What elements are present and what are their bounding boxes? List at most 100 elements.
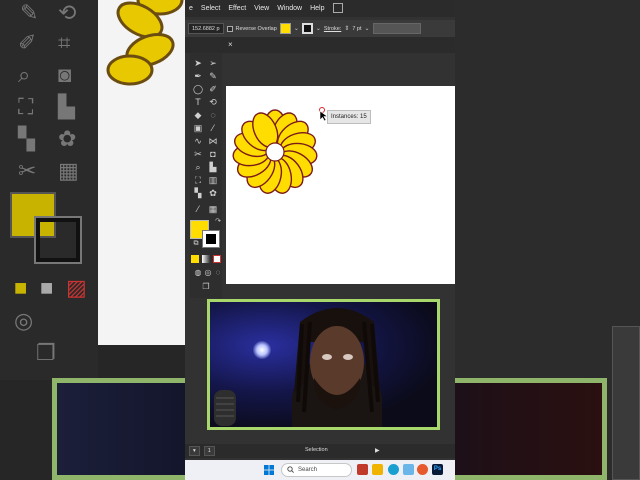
- paintbrush-tool-icon[interactable]: ✐: [207, 83, 219, 95]
- stroke-swatch[interactable]: [202, 230, 220, 248]
- bg-mesh-icon: ▚: [18, 126, 35, 151]
- rotate-tool-icon[interactable]: ⟲: [207, 96, 219, 108]
- bg-none-chip: ▨: [66, 275, 87, 300]
- stroke-label[interactable]: Stroke:: [324, 26, 341, 32]
- menu-item-help[interactable]: Help: [306, 5, 328, 12]
- microphone: [214, 390, 236, 426]
- app-icon[interactable]: [357, 464, 368, 475]
- artboard-navigator[interactable]: 1: [203, 446, 215, 456]
- shape-builder-tool-icon[interactable]: ◘: [207, 148, 219, 160]
- swap-colors-icon[interactable]: ↷: [212, 216, 224, 228]
- document-tab-bar: ×: [185, 37, 455, 53]
- bg-symbol-icon: ✿: [58, 126, 77, 151]
- illustrator-window: e Select Effect View Window Help 152.688…: [185, 0, 455, 480]
- close-icon[interactable]: ×: [228, 40, 233, 49]
- stroke-color-swatch[interactable]: [301, 23, 313, 34]
- stroke-weight-value[interactable]: 7 pt: [352, 26, 361, 32]
- type-tool-icon[interactable]: T: [192, 96, 204, 108]
- bg-color-chip: ■: [14, 275, 28, 300]
- instances-tooltip: Instances: 15: [327, 110, 371, 124]
- current-tool-label: Selection: [305, 447, 328, 453]
- bg-artboard-icon: ⛶: [18, 94, 34, 119]
- zoom-tool-icon[interactable]: ⌕: [192, 161, 204, 173]
- style-field[interactable]: [372, 23, 421, 34]
- light-bulb: [253, 341, 271, 359]
- curvature-tool-icon[interactable]: ✎: [207, 70, 219, 82]
- background-color-panel: [612, 326, 640, 480]
- edge-icon[interactable]: [388, 464, 399, 475]
- bg-zoom-icon: ⌕: [18, 62, 31, 87]
- app-icon[interactable]: [403, 464, 414, 475]
- screen-mode-icon[interactable]: ❐: [200, 281, 212, 293]
- search-icon: [287, 466, 294, 473]
- mesh-tool-icon[interactable]: ▚: [192, 187, 204, 199]
- webcam-overlay: [207, 299, 440, 430]
- symbol-tool-icon[interactable]: ✿: [207, 187, 219, 199]
- search-placeholder: Search: [298, 467, 318, 473]
- bg-shape-icon: ◙: [58, 62, 72, 87]
- width-tool-icon[interactable]: ⋈: [207, 135, 219, 147]
- app-icon[interactable]: [417, 464, 428, 475]
- status-bar: ▾ 1 Selection ▶: [185, 444, 455, 458]
- lasso-tool-icon[interactable]: ◌: [207, 109, 219, 121]
- bg-crop-icon: ⌗: [58, 30, 71, 55]
- repeat-radial-flower[interactable]: [227, 107, 323, 197]
- person-video: [292, 308, 382, 427]
- bg-gradient-chip: ■: [40, 275, 54, 300]
- color-mode-chip[interactable]: [191, 255, 199, 263]
- stepper-icon[interactable]: ⇕: [344, 25, 349, 32]
- menu-item-view[interactable]: View: [250, 5, 273, 12]
- bg-slice-icon: ✂: [18, 158, 37, 183]
- windows-taskbar: Search Ps: [185, 460, 455, 480]
- artboard-tool-icon[interactable]: ⛶: [192, 174, 204, 186]
- chart-tool-icon[interactable]: ▥: [207, 174, 219, 186]
- file-explorer-icon[interactable]: [372, 464, 383, 475]
- menu-bar: e Select Effect View Window Help: [185, 0, 455, 17]
- none-mode-chip[interactable]: [213, 255, 221, 263]
- menu-item-type[interactable]: e: [185, 5, 197, 12]
- reverse-overlap-label: Reverse Overlap: [235, 25, 277, 32]
- bg-grid-icon: ▦: [58, 158, 79, 183]
- menu-item-window[interactable]: Window: [273, 5, 306, 12]
- default-colors-icon[interactable]: ⧉: [190, 238, 202, 250]
- bg-draw-mode-icon: ◎: [14, 308, 34, 333]
- chevron-down-icon[interactable]: ⌄: [316, 25, 321, 32]
- windows-start-icon[interactable]: [264, 465, 274, 475]
- slice-tool-icon[interactable]: ⁄: [192, 203, 204, 215]
- chevron-down-icon[interactable]: ⌄: [294, 25, 299, 32]
- pen-tool-icon[interactable]: ✒: [192, 70, 204, 82]
- bg-stroke-swatch: [34, 216, 82, 264]
- fill-color-swatch[interactable]: [279, 23, 291, 34]
- bg-chart-icon: ▙: [58, 94, 75, 119]
- draw-inside-icon[interactable]: ◌: [212, 267, 224, 279]
- ellipse-tool-icon[interactable]: ◯: [192, 83, 204, 95]
- photoshop-icon[interactable]: Ps: [432, 464, 443, 475]
- direct-selection-tool-icon[interactable]: ➢: [207, 57, 219, 69]
- scissors-tool-icon[interactable]: ✂: [192, 148, 204, 160]
- artboard[interactable]: Instances: 15: [226, 86, 455, 284]
- bg-brush-icon: ✎: [20, 0, 39, 25]
- menu-item-select[interactable]: Select: [197, 5, 224, 12]
- background-flower: [106, 0, 184, 86]
- taskbar-search[interactable]: Search: [281, 463, 352, 477]
- gradient-tool-icon[interactable]: ▣: [192, 122, 204, 134]
- coordinate-field[interactable]: 152.6882 p: [188, 23, 224, 34]
- tools-panel: ➤ ➢ ✒ ✎ ◯ ✐ T ⟲ ◆ ◌ ▣ ⁄ ∿ ⋈ ✂ ◘ ⌕ ▙ ⛶ ▥ …: [190, 53, 222, 298]
- live-paint-tool-icon[interactable]: ▙: [207, 161, 219, 173]
- blend-tool-icon[interactable]: ∿: [192, 135, 204, 147]
- zoom-field[interactable]: ▾: [189, 446, 200, 456]
- grid-tool-icon[interactable]: ▦: [207, 203, 219, 215]
- bg-pencil-icon: ✐: [18, 30, 37, 55]
- eraser-tool-icon[interactable]: ◆: [192, 109, 204, 121]
- gradient-mode-chip[interactable]: [202, 255, 210, 263]
- selection-tool-icon[interactable]: ➤: [192, 57, 204, 69]
- control-bar: 152.6882 p Reverse Overlap ⌄ ⌄ Stroke: ⇕…: [185, 20, 455, 37]
- arrange-documents-icon[interactable]: [333, 3, 343, 13]
- bg-screen-mode-icon: ❐: [36, 340, 56, 365]
- menu-item-effect[interactable]: Effect: [224, 5, 250, 12]
- play-icon[interactable]: ▶: [375, 447, 380, 454]
- chevron-down-icon[interactable]: ⌄: [365, 25, 370, 32]
- reverse-overlap-checkbox[interactable]: [226, 25, 233, 32]
- eyedropper-tool-icon[interactable]: ⁄: [207, 122, 219, 134]
- bg-rotate-icon: ⟲: [58, 0, 77, 25]
